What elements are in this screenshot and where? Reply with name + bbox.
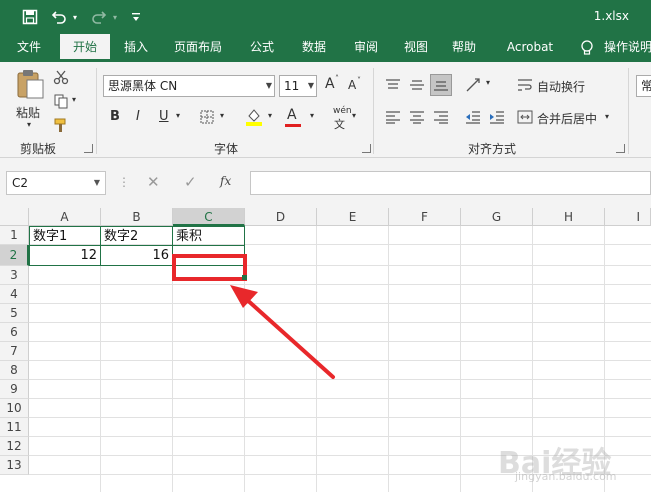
excel-window: ▾ ▾ 1.xlsx 文件 开始 插入 页面布局 公式 数据 审阅 视图 帮助 … (0, 0, 651, 492)
watermark-sub: jingyan.baidu.com (515, 470, 617, 483)
annotation-arrow (230, 285, 335, 379)
